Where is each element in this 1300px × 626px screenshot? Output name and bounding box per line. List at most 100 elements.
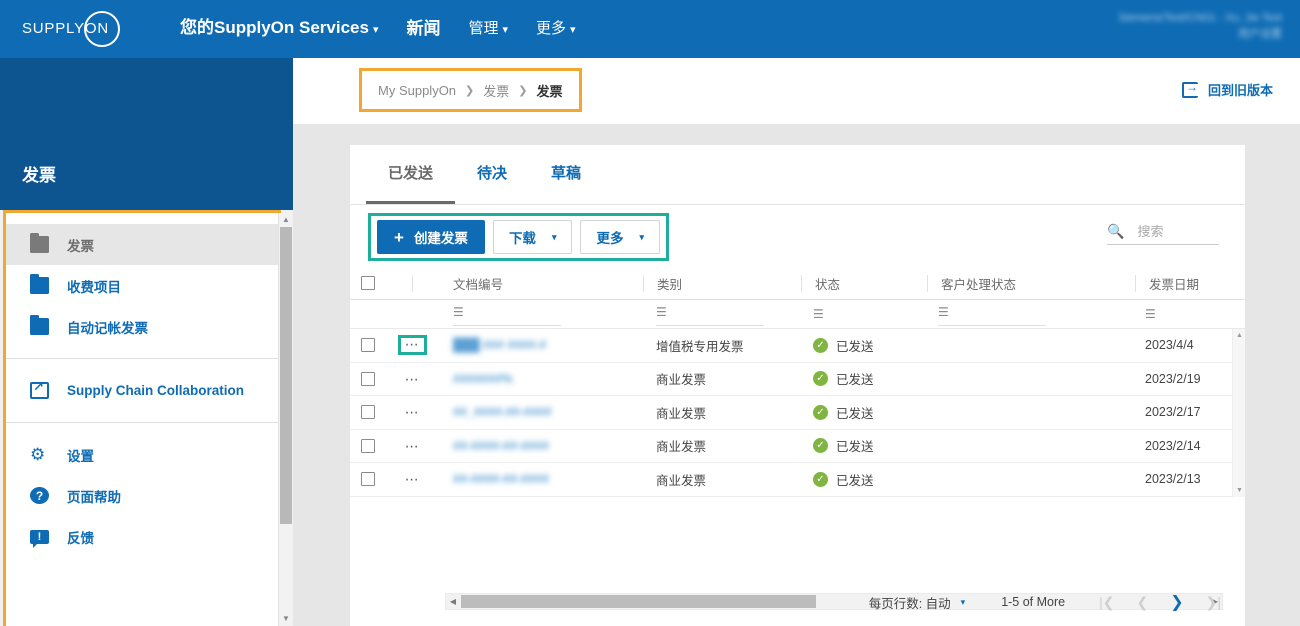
sidebar-item-scc[interactable]: Supply Chain Collaboration xyxy=(6,370,278,411)
row-checkbox[interactable] xyxy=(360,405,375,420)
filter-icon[interactable]: ☰ xyxy=(813,307,824,321)
cell-document-number[interactable]: ███ ### ####-# xyxy=(440,336,643,354)
sidebar-item-feedback[interactable]: ! 反馈 xyxy=(6,516,278,557)
filter-cell-status[interactable]: ☰ xyxy=(800,307,925,321)
row-actions-cell[interactable]: ⋯ xyxy=(385,335,440,356)
scroll-up-icon[interactable]: ▲ xyxy=(1233,329,1246,342)
row-select-cell[interactable] xyxy=(350,472,385,487)
filter-cell-customer-status[interactable]: ☰ xyxy=(925,303,1132,326)
row-actions-menu-icon[interactable]: ⋯ xyxy=(405,439,421,453)
more-actions-button[interactable]: 更多 ▾ xyxy=(580,220,660,254)
check-circle-icon: ✓ xyxy=(813,371,828,387)
row-actions-menu-icon[interactable]: ⋯ xyxy=(397,335,428,356)
table-header-row: 文档编号 类别 状态 客户处理状态 发票日期 xyxy=(350,267,1245,300)
row-checkbox[interactable] xyxy=(360,338,375,353)
column-header-status[interactable]: 状态 xyxy=(802,274,927,293)
cell-document-number[interactable]: ##-####-##-#### xyxy=(440,437,643,455)
table-row[interactable]: ⋯ ##-####-##-#### 商业发票 ✓ 已发送 2023/2/14 xyxy=(350,430,1245,463)
row-actions-cell[interactable]: ⋯ xyxy=(385,405,440,419)
document-number-value: ##-####-##-#### xyxy=(453,472,549,487)
search-box[interactable]: 🔍 xyxy=(1107,223,1219,245)
last-page-button[interactable]: ❯| xyxy=(1206,594,1221,611)
sidebar-title: 发票 xyxy=(22,166,56,185)
table-row[interactable]: ⋯ #######% 商业发票 ✓ 已发送 2023/2/19 xyxy=(350,363,1245,396)
pagination-bar: 每页行数: 自动 ▾ 1-5 of More |❮ ❮ ❯ ❯| xyxy=(350,578,1245,626)
chevron-down-icon: ▾ xyxy=(502,23,509,36)
sidebar-scrollbar-thumb[interactable] xyxy=(280,227,292,524)
row-select-cell[interactable] xyxy=(350,338,385,353)
filter-cell-document-number[interactable]: ☰ xyxy=(440,303,643,326)
sidebar-item-self-billing[interactable]: 自动记帐发票 xyxy=(6,306,278,347)
sidebar-item-settings[interactable]: ⚙ 设置 xyxy=(6,434,278,475)
breadcrumb-item-invoices[interactable]: 发票 xyxy=(483,81,509,100)
logo-arc-icon xyxy=(84,11,120,47)
user-account-info[interactable]: Siemens/Test/CN01 - Xu, Jie Test 用户设置 xyxy=(1118,10,1282,42)
filter-cell-invoice-date[interactable]: ☰ xyxy=(1132,305,1239,323)
cell-document-number[interactable]: #######% xyxy=(440,370,643,388)
plus-icon: + xyxy=(394,227,404,247)
cell-document-number[interactable]: ##_####-##-#### xyxy=(440,403,643,421)
filter-cell-category[interactable]: ☰ xyxy=(643,303,800,326)
cell-document-number[interactable]: ##-####-##-#### xyxy=(440,470,643,488)
filter-icon[interactable]: ☰ xyxy=(656,305,667,319)
create-invoice-label: 创建发票 xyxy=(413,231,468,246)
nav-item-admin[interactable]: 管理 ▾ xyxy=(454,0,522,59)
scroll-down-icon[interactable]: ▼ xyxy=(279,612,293,626)
select-all-cell[interactable] xyxy=(350,276,385,290)
column-header-invoice-date[interactable]: 发票日期 xyxy=(1136,274,1243,293)
download-button[interactable]: 下载 ▾ xyxy=(492,220,573,254)
sidebar-item-invoices[interactable]: 发票 xyxy=(6,224,278,265)
prev-page-button[interactable]: ❮ xyxy=(1136,594,1148,611)
sidebar-scrollbar[interactable]: ▲ ▼ xyxy=(278,213,292,626)
column-header-document-number[interactable]: 文档编号 xyxy=(440,274,643,293)
table-vertical-scrollbar[interactable]: ▲ ▼ xyxy=(1232,329,1245,497)
first-page-button[interactable]: |❮ xyxy=(1099,594,1114,611)
next-page-button[interactable]: ❯ xyxy=(1170,592,1183,612)
nav-item-your-services[interactable]: 您的SupplyOn Services ▾ xyxy=(166,0,392,59)
row-select-cell[interactable] xyxy=(350,438,385,453)
scroll-down-icon[interactable]: ▼ xyxy=(1233,484,1246,497)
pagination-nav: |❮ ❮ ❯ ❯| xyxy=(1099,592,1221,612)
table-row[interactable]: ⋯ ##_####-##-#### 商业发票 ✓ 已发送 2023/2/17 xyxy=(350,396,1245,430)
row-select-cell[interactable] xyxy=(350,371,385,386)
tab-pending[interactable]: 待决 xyxy=(455,144,529,204)
column-header-category[interactable]: 类别 xyxy=(644,274,801,293)
filter-icon[interactable]: ☰ xyxy=(938,305,949,319)
check-circle-icon: ✓ xyxy=(813,438,828,454)
row-actions-menu-icon[interactable]: ⋯ xyxy=(405,472,421,486)
sidebar-item-charges[interactable]: 收费项目 xyxy=(6,265,278,306)
table-row[interactable]: ⋯ ##-####-##-#### 商业发票 ✓ 已发送 2023/2/13 xyxy=(350,463,1245,497)
row-actions-menu-icon[interactable]: ⋯ xyxy=(405,405,421,419)
row-checkbox[interactable] xyxy=(360,371,375,386)
row-select-cell[interactable] xyxy=(350,405,385,420)
nav-item-news[interactable]: 新闻 xyxy=(392,0,454,58)
select-all-checkbox[interactable] xyxy=(360,276,375,290)
sidebar-item-page-help[interactable]: ? 页面帮助 xyxy=(6,475,278,516)
column-header-customer-status[interactable]: 客户处理状态 xyxy=(928,274,1135,293)
tab-draft[interactable]: 草稿 xyxy=(529,144,603,204)
supplyon-logo[interactable]: SUPPLYON xyxy=(22,9,140,49)
back-to-old-version-button[interactable]: 回到旧版本 xyxy=(1181,80,1273,99)
create-invoice-button[interactable]: + 创建发票 xyxy=(377,220,485,254)
sidebar: 发票 发票 收费项目 自动记帐发票 ↗ Supply Chain Collabo… xyxy=(0,58,293,626)
row-actions-cell[interactable]: ⋯ xyxy=(385,439,440,453)
row-checkbox[interactable] xyxy=(360,472,375,487)
scroll-up-icon[interactable]: ▲ xyxy=(279,213,293,227)
filter-underline xyxy=(656,324,764,326)
row-actions-menu-icon[interactable]: ⋯ xyxy=(405,372,421,386)
status-label: 已发送 xyxy=(836,473,874,488)
tab-sent[interactable]: 已发送 xyxy=(366,144,456,204)
filter-icon[interactable]: ☰ xyxy=(453,305,464,319)
sidebar-item-label: Supply Chain Collaboration xyxy=(67,383,245,398)
breadcrumb-item-home[interactable]: My SupplyOn xyxy=(378,83,456,98)
folder-icon xyxy=(30,314,49,335)
main-content: My SupplyOn ❯ 发票 ❯ 发票 回到旧版本 已发送 待决 草稿 xyxy=(293,58,1300,626)
row-actions-cell[interactable]: ⋯ xyxy=(385,372,440,386)
row-actions-cell[interactable]: ⋯ xyxy=(385,472,440,486)
rows-per-page-selector[interactable]: 每页行数: 自动 ▾ xyxy=(869,593,965,612)
nav-item-more[interactable]: 更多 ▾ xyxy=(522,0,590,59)
filter-icon[interactable]: ☰ xyxy=(1145,307,1156,321)
search-input[interactable] xyxy=(1135,223,1210,240)
row-checkbox[interactable] xyxy=(360,438,375,453)
table-row[interactable]: ⋯ ███ ### ####-# 增值税专用发票 ✓ 已发送 2023/4/4 xyxy=(350,329,1245,363)
